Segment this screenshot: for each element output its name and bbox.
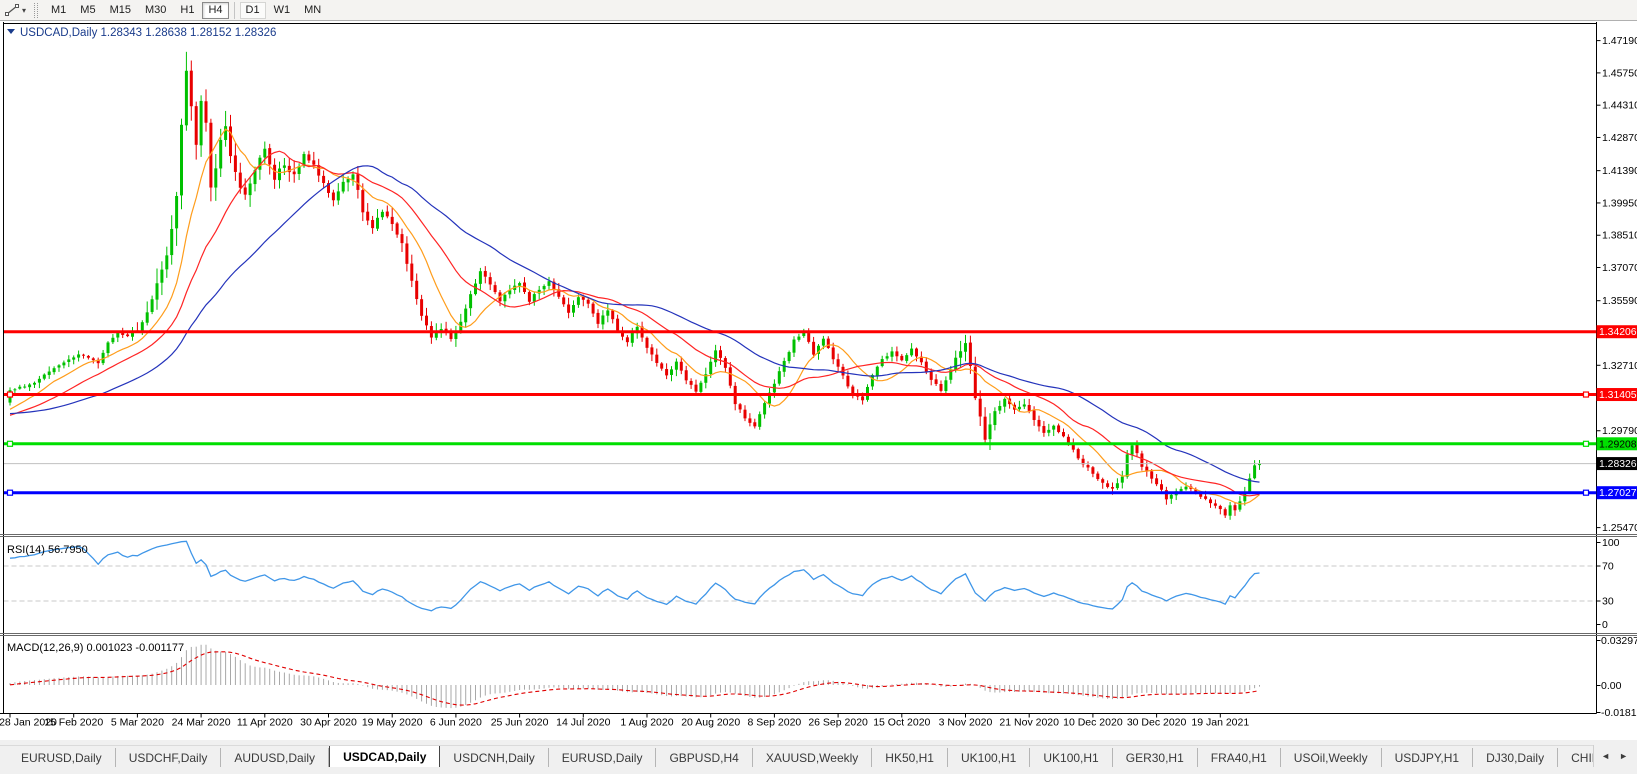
chart-tab-usdjpy-h1[interactable]: USDJPY,H1 [1382, 748, 1474, 767]
svg-text:1.45750: 1.45750 [1602, 67, 1637, 79]
svg-text:26 Sep 2020: 26 Sep 2020 [808, 717, 868, 729]
svg-text:8 Sep 2020: 8 Sep 2020 [748, 717, 802, 729]
symbol-tabbar: EURUSD,Daily USDCHF,Daily AUDUSD,Daily USDC… [0, 745, 1637, 767]
svg-text:70: 70 [1602, 561, 1614, 573]
svg-text:1.42870: 1.42870 [1602, 132, 1637, 144]
chart-tab-fra40-h1[interactable]: FRA40,H1 [1198, 748, 1281, 767]
svg-text:1.47190: 1.47190 [1602, 35, 1637, 47]
timeframe-button-m30[interactable]: M30 [139, 2, 172, 19]
line-handle[interactable] [6, 391, 14, 398]
toolbar-separator [233, 1, 235, 19]
timeframe-buttons: M1 M5 M15 M30 H1 H4 D1 W1 MN [44, 1, 328, 19]
line-handle[interactable] [1582, 489, 1590, 496]
svg-text:21 Nov 2020: 21 Nov 2020 [999, 717, 1059, 729]
line-handle[interactable] [6, 440, 14, 447]
timeframe-button-h4[interactable]: H4 [202, 1, 229, 19]
line-tool-icon[interactable] [3, 2, 21, 18]
svg-text:100: 100 [1602, 537, 1620, 549]
svg-text:20 Aug 2020: 20 Aug 2020 [681, 717, 740, 729]
rsi-label: RSI(14) 56.7950 [7, 544, 88, 556]
svg-text:14 Jul 2020: 14 Jul 2020 [556, 717, 610, 729]
svg-text:30 Dec 2020: 30 Dec 2020 [1127, 717, 1187, 729]
svg-text:3 Nov 2020: 3 Nov 2020 [939, 717, 993, 729]
svg-text:1.39950: 1.39950 [1602, 197, 1637, 209]
svg-text:1.34206: 1.34206 [1599, 327, 1637, 338]
svg-text:10 Dec 2020: 10 Dec 2020 [1063, 717, 1123, 729]
chart-tab-usdchf-daily[interactable]: USDCHF,Daily [116, 748, 222, 767]
svg-text:15 Feb 2020: 15 Feb 2020 [44, 717, 103, 729]
mt4-window: ▾ M1 M5 M15 M30 H1 H4 D1 W1 MN 1.47190 1.45750 1.4… [0, 0, 1637, 774]
svg-text:1 Aug 2020: 1 Aug 2020 [620, 717, 673, 729]
tab-scroll-left-icon[interactable]: ◄ [1601, 751, 1610, 761]
timeframe-button-m5[interactable]: M5 [74, 2, 101, 19]
timeframe-button-h1[interactable]: H1 [174, 2, 200, 19]
timeframe-button-m1[interactable]: M1 [45, 2, 72, 19]
line-handle[interactable] [1582, 440, 1590, 447]
chart-title: USDCAD,Daily 1.28343 1.28638 1.28152 1.2… [20, 27, 276, 39]
svg-text:11 Apr 2020: 11 Apr 2020 [237, 717, 293, 729]
chart-canvas[interactable]: 1.47190 1.45750 1.44310 1.42870 1.41390 1.399… [0, 22, 1637, 740]
svg-text:1.44310: 1.44310 [1602, 100, 1637, 112]
svg-text:1.37070: 1.37070 [1602, 262, 1637, 274]
timeframe-toolbar: ▾ M1 M5 M15 M30 H1 H4 D1 W1 MN [0, 0, 1637, 21]
chart-tab-gbpusd-h4[interactable]: GBPUSD,H4 [656, 748, 753, 767]
chart-tab-eurusd-daily[interactable]: EURUSD,Daily [8, 748, 116, 767]
line-handle[interactable] [1582, 391, 1590, 398]
timeframe-button-d1[interactable]: D1 [239, 1, 266, 19]
svg-text:1.27027: 1.27027 [1599, 488, 1637, 499]
svg-text:6 Jun 2020: 6 Jun 2020 [430, 717, 482, 729]
svg-text:30 Apr 2020: 30 Apr 2020 [300, 717, 357, 729]
tab-scroll-arrows: ◄ ► [1593, 745, 1637, 767]
timeframe-button-w1[interactable]: W1 [268, 2, 297, 19]
svg-text:1.29208: 1.29208 [1599, 439, 1637, 450]
chart-tab-hk50-h1[interactable]: HK50,H1 [872, 748, 948, 767]
timeframe-button-mn[interactable]: MN [298, 2, 327, 19]
chart-tab-ger30-h1[interactable]: GER30,H1 [1113, 748, 1198, 767]
svg-text:1.41390: 1.41390 [1602, 165, 1637, 177]
toolbar-grip[interactable] [34, 2, 39, 18]
svg-text:1.28326: 1.28326 [1599, 459, 1637, 470]
svg-text:-0.018154: -0.018154 [1601, 707, 1637, 719]
macd-label: MACD(12,26,9) 0.001023 -0.001177 [7, 642, 184, 654]
chart-tab-xauusd-weekly[interactable]: XAUUSD,Weekly [753, 748, 873, 767]
statusbar-filler [0, 767, 1637, 774]
svg-text:1.35590: 1.35590 [1602, 295, 1637, 307]
timeframe-button-m15[interactable]: M15 [104, 2, 137, 19]
chart-tab-eurusd-daily[interactable]: EURUSD,Daily [549, 748, 657, 767]
chart-tab-audusd-daily[interactable]: AUDUSD,Daily [221, 748, 330, 767]
chart-tab-usdcad-daily[interactable]: USDCAD,Daily [329, 746, 441, 767]
svg-text:19 May 2020: 19 May 2020 [362, 717, 423, 729]
tool-dropdown-caret[interactable]: ▾ [22, 6, 26, 15]
svg-text:19 Jan 2021: 19 Jan 2021 [1191, 717, 1249, 729]
svg-text:1.25470: 1.25470 [1602, 522, 1637, 534]
svg-text:0.032972: 0.032972 [1601, 635, 1637, 647]
chart-tab-uk100-h1[interactable]: UK100,H1 [1030, 748, 1113, 767]
svg-text:30: 30 [1602, 596, 1614, 608]
svg-text:0: 0 [1602, 619, 1608, 631]
svg-text:5 Mar 2020: 5 Mar 2020 [111, 717, 164, 729]
svg-text:1.29790: 1.29790 [1602, 425, 1637, 437]
chart-tab-usdcnh-daily[interactable]: USDCNH,Daily [440, 748, 549, 767]
svg-text:0.00: 0.00 [1601, 680, 1622, 692]
line-handle[interactable] [6, 489, 14, 496]
svg-text:1.38510: 1.38510 [1602, 230, 1637, 242]
chart-tab-dj30-daily[interactable]: DJ30,Daily [1473, 748, 1559, 767]
svg-text:1.32710: 1.32710 [1602, 360, 1637, 372]
tab-scroll-right-icon[interactable]: ► [1619, 751, 1628, 761]
svg-text:24 Mar 2020: 24 Mar 2020 [172, 717, 231, 729]
svg-text:1.31405: 1.31405 [1599, 390, 1637, 401]
svg-text:25 Jun 2020: 25 Jun 2020 [491, 717, 549, 729]
chart-tab-usoil-weekly[interactable]: USOil,Weekly [1281, 748, 1382, 767]
chart-tab-uk100-h1[interactable]: UK100,H1 [948, 748, 1031, 767]
svg-text:15 Oct 2020: 15 Oct 2020 [873, 717, 930, 729]
